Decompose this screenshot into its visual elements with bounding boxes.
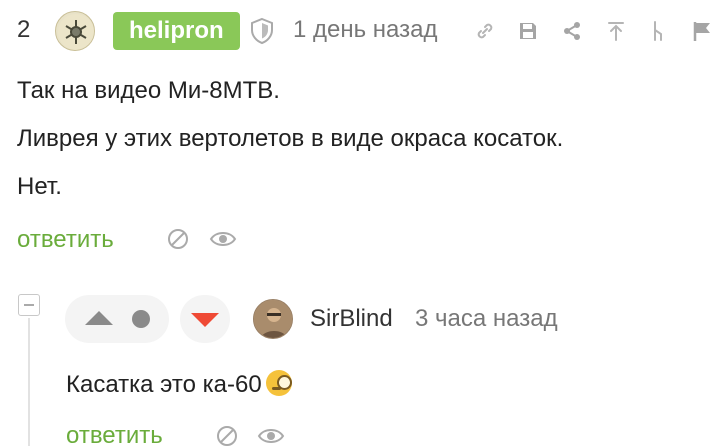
comment-text-line: Ливрея у этих вертолетов в виде окраса к… [17,125,564,152]
downvote-icon[interactable] [191,313,219,327]
avatar[interactable] [253,299,293,339]
upvote-area [65,295,169,343]
parent-up-icon[interactable] [605,20,627,42]
face-with-monocle-icon [265,370,292,396]
avatar-photo-icon [254,300,292,338]
collapse-thread-button[interactable] [18,294,40,316]
avatar-emblem-icon [58,14,94,50]
share-icon[interactable] [561,20,583,42]
watch-icon[interactable] [209,227,237,251]
comment-text-line: Нет. [17,173,62,200]
avatar[interactable] [55,11,95,51]
flag-icon[interactable] [692,20,714,42]
comment-text: Касатка это ка-60 [66,370,292,399]
hide-icon[interactable] [166,227,190,251]
upvote-icon[interactable] [85,311,113,325]
save-icon[interactable] [517,20,539,42]
comment-text-content: Касатка это ка-60 [66,371,262,398]
comment-time[interactable]: 3 часа назад [415,305,558,333]
comment-text-line: Так на видео Ми-8МТВ. [17,77,280,104]
hide-icon[interactable] [215,424,239,446]
shield-icon [248,17,276,45]
watch-icon[interactable] [257,424,285,446]
reply-button[interactable]: ответить [17,226,114,254]
author-name[interactable]: SirBlind [310,305,393,333]
thread-icon[interactable] [649,20,671,42]
reply-button[interactable]: ответить [66,422,163,446]
author-name-badge[interactable]: helipron [113,12,240,50]
thread-line[interactable] [28,318,30,446]
rating-hidden-dot-icon [132,310,150,328]
link-icon[interactable] [474,20,496,42]
comment-time[interactable]: 1 день назад [293,16,437,44]
comment-rating: 2 [17,16,31,43]
